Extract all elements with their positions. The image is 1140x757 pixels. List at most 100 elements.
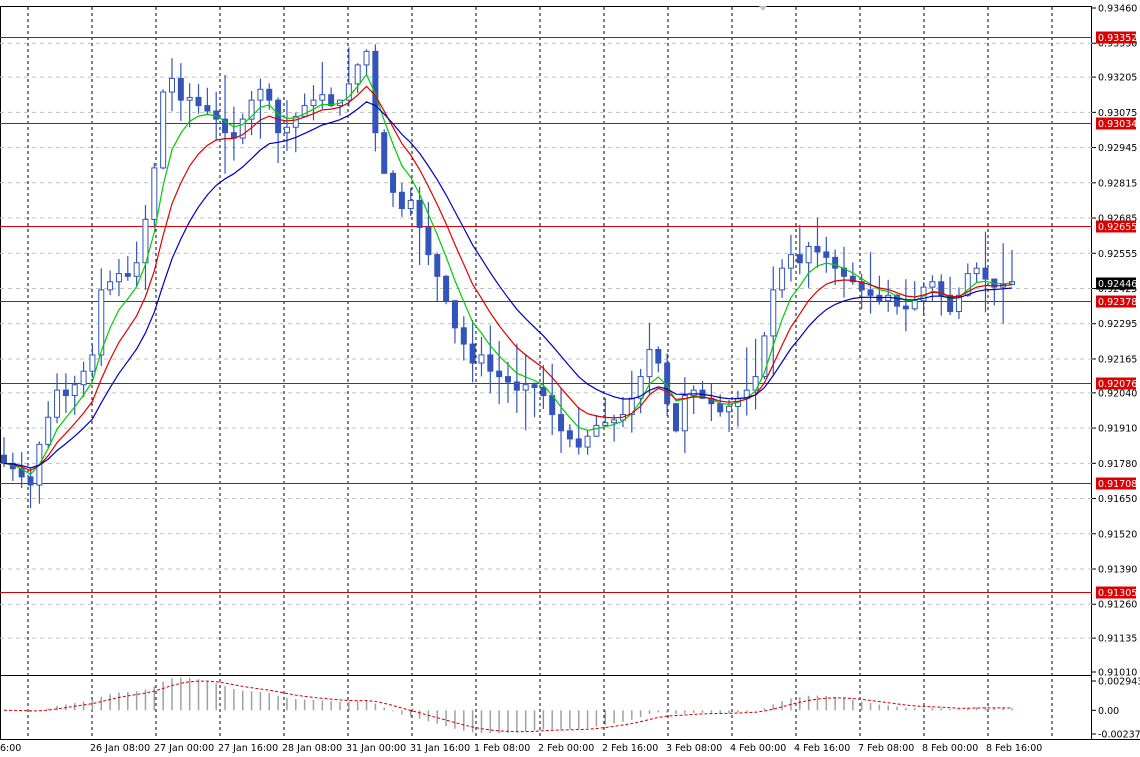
candle-body [257,88,264,101]
candle-body [115,273,122,283]
time-tick-label: 31 Jan 00:00 [346,743,406,754]
candle-body [425,227,432,256]
candle-body [434,254,441,277]
price-tick-label: 0.93075 [1098,108,1137,119]
candle-body [469,343,476,364]
candle-body [416,199,423,229]
candle-body [726,405,733,413]
price-tick-label: 0.93205 [1098,73,1137,84]
candle-body [478,354,485,364]
candle-body [611,419,618,424]
time-tick-label: 28 Jan 08:00 [282,743,342,754]
candle-body [169,77,175,93]
candle-body [363,50,370,66]
candle-body [89,354,96,372]
candle-body [124,273,131,277]
candle-body [133,262,140,277]
price-chart[interactable]: 0.934600.933300.932050.930750.929450.928… [0,0,1140,757]
candle-body [681,395,688,432]
candle-body [354,64,361,85]
candle-body [673,403,679,432]
candle-body [310,99,317,107]
candle-body [319,94,326,101]
candle-body [204,105,211,112]
time-tick-label: 4 Feb 00:00 [730,743,786,754]
candle-body [513,381,520,391]
candle-body [186,96,193,101]
candle-body [779,267,786,291]
candle-body [407,199,414,210]
moving-average-line [3,73,1013,476]
shift-marker [759,6,767,11]
candle-body [558,414,565,432]
candle-body [1,454,7,464]
candle-body [531,384,538,388]
oscillator-histogram [12,677,1013,734]
candle-body [283,126,290,134]
time-tick-label: 4 Feb 16:00 [794,743,850,754]
price-tick-label: 0.92815 [1098,178,1137,189]
candle-body [487,354,494,372]
candle-body [275,99,282,134]
candle-body [867,289,874,296]
candle-body [460,327,467,345]
candle-body [213,110,220,120]
time-tick-label: 27 Jan 00:00 [154,743,214,754]
candle-body [451,300,458,329]
level-label: 0.91305 [1098,588,1137,599]
candle-body [62,389,69,397]
price-tick-label: 0.93460 [1098,4,1137,15]
price-tick-label: 0.91390 [1098,565,1137,576]
candle-body [195,96,202,107]
time-tick-label: 8 Feb 16:00 [986,743,1042,754]
candle-body [787,254,794,269]
level-label: 0.92378 [1098,297,1137,308]
candle-body [398,191,405,210]
level-label: 0.93352 [1098,33,1137,44]
level-label: 0.91708 [1098,479,1137,490]
candle-body [602,422,609,426]
candle-body [381,132,388,174]
osc-tick-label: 0.002943 [1098,677,1140,688]
candle-body [505,376,511,383]
time-tick-label: 27 Jan 16:00 [218,743,278,754]
price-tick-label: 0.91650 [1098,494,1137,505]
candle-body [814,245,821,253]
candle-body [54,389,61,418]
price-tick-label: 0.92555 [1098,249,1137,260]
time-tick-label: 2 Feb 16:00 [602,743,658,754]
candle-body [522,384,529,391]
osc-tick-label: 0.00 [1098,706,1119,717]
candle-body [151,167,158,220]
candle-body [823,251,830,258]
time-tick-label: 2 Feb 00:00 [538,743,594,754]
candle-body [770,289,777,337]
candle-body [372,50,379,134]
candle-body [80,370,87,386]
candle-body [690,389,697,397]
candle-body [655,348,662,364]
candle-body [584,435,591,448]
candle-body [390,172,397,193]
osc-tick-label: -0.002378 [1098,730,1140,741]
time-tick-label: 6:00 [0,743,21,754]
price-tick-label: 0.92295 [1098,319,1137,330]
level-label: 0.92655 [1098,222,1137,233]
candle-body [902,305,909,310]
candle-body [540,386,547,397]
price-tick-label: 0.92945 [1098,143,1137,154]
candle-body [177,77,184,101]
level-label: 0.93034 [1098,119,1137,130]
candle-body [160,91,167,169]
candle-body [45,416,52,445]
candle-body [566,430,573,440]
candle-body [71,384,78,397]
time-tick-label: 8 Feb 00:00 [922,743,978,754]
time-tick-label: 1 Feb 08:00 [474,743,530,754]
candle-body [832,256,839,269]
candle-body [982,267,989,280]
candle-body [929,281,936,288]
current-price-label: 0.92446 [1098,279,1137,290]
time-tick-label: 31 Jan 16:00 [410,743,470,754]
price-tick-label: 0.92165 [1098,354,1137,365]
